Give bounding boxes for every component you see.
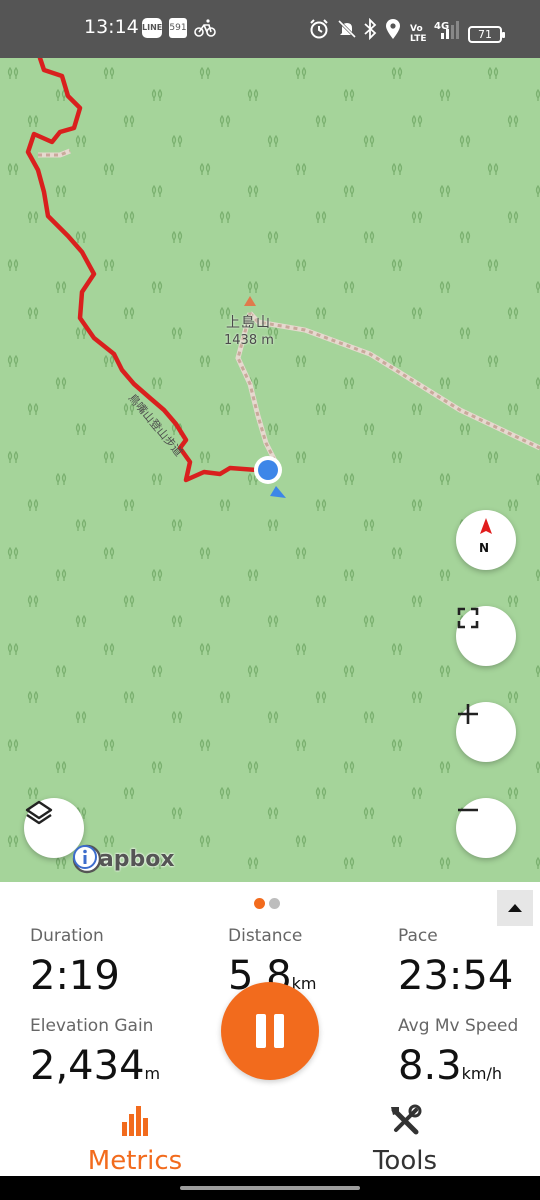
- peak-elevation: 1438 m: [224, 333, 274, 348]
- duration-label: Duration: [30, 926, 104, 946]
- info-icon[interactable]: [72, 844, 98, 870]
- bluetooth-icon: [364, 18, 377, 40]
- notification-badge-icon: 591: [169, 18, 187, 38]
- navigation-gesture-area: [0, 1176, 540, 1200]
- minus-icon: [458, 808, 478, 812]
- mapbox-attribution[interactable]: mapbox: [72, 844, 179, 874]
- mute-icon: [337, 19, 357, 39]
- peak-name: 上島山: [226, 315, 271, 331]
- map-canvas: 鳥嘴山登山步道: [0, 58, 540, 882]
- duration-number: 2:19: [30, 953, 120, 999]
- pace-number: 23:54: [398, 953, 514, 999]
- tools-icon: [391, 1104, 422, 1135]
- fullscreen-button[interactable]: [456, 606, 516, 666]
- avg-mv-speed-label: Avg Mv Speed: [398, 1016, 519, 1036]
- compass-arrow-icon: [480, 518, 492, 534]
- compass-north-label: N: [479, 541, 490, 555]
- pause-icon-right-bar: [274, 1014, 284, 1048]
- page-dot-inactive: [269, 898, 280, 909]
- gesture-handle[interactable]: [180, 1186, 360, 1190]
- elevation-gain-unit: m: [144, 1064, 161, 1083]
- location-icon: [386, 19, 400, 39]
- pause-icon-left-bar: [256, 1014, 266, 1048]
- elevation-gain-number: 2,434: [30, 1043, 145, 1089]
- duration-value: 2:19: [30, 954, 120, 998]
- pace-label: Pace: [398, 926, 438, 946]
- nav-tools-label: Tools: [372, 1146, 438, 1174]
- battery-icon: 71: [468, 26, 505, 43]
- elevation-gain-value: 2,434m: [30, 1044, 160, 1096]
- zoom-out-button[interactable]: [456, 798, 516, 858]
- compass-button[interactable]: N: [456, 510, 516, 570]
- avg-mv-speed-value: 8.3km/h: [398, 1044, 502, 1096]
- zoom-in-button[interactable]: [456, 702, 516, 762]
- plus-icon: [458, 704, 478, 724]
- avg-mv-speed-unit: km/h: [461, 1064, 503, 1083]
- status-time: 13:14: [84, 16, 139, 38]
- nav-metrics-tab[interactable]: Metrics: [70, 1104, 200, 1174]
- page-dot-active: [254, 898, 265, 909]
- pause-button[interactable]: [221, 982, 319, 1080]
- caret-up-icon: [508, 904, 522, 912]
- nav-metrics-label: Metrics: [87, 1146, 183, 1174]
- elevation-gain-label: Elevation Gain: [30, 1016, 154, 1036]
- signal-icon: [441, 21, 459, 39]
- pace-value: 23:54: [398, 954, 513, 998]
- alarm-icon: [310, 19, 328, 39]
- bike-icon: [194, 19, 216, 37]
- status-bar: 13:14 LINE 591 Vo LTE 4G 71: [0, 0, 540, 58]
- map-view[interactable]: 鳥嘴山登山步道 上島山 1438 m N mapbox: [0, 58, 540, 882]
- bar-chart-icon: [122, 1106, 148, 1136]
- layers-icon: [25, 800, 53, 825]
- line-app-icon: LINE: [142, 18, 162, 38]
- volte-icon: Vo LTE: [410, 24, 427, 44]
- page-indicator: [254, 898, 280, 909]
- expand-panel-button[interactable]: [497, 890, 533, 926]
- fullscreen-icon: [457, 607, 479, 629]
- avg-mv-speed-number: 8.3: [398, 1043, 462, 1089]
- distance-label: Distance: [228, 926, 303, 946]
- nav-tools-tab[interactable]: Tools: [340, 1104, 470, 1174]
